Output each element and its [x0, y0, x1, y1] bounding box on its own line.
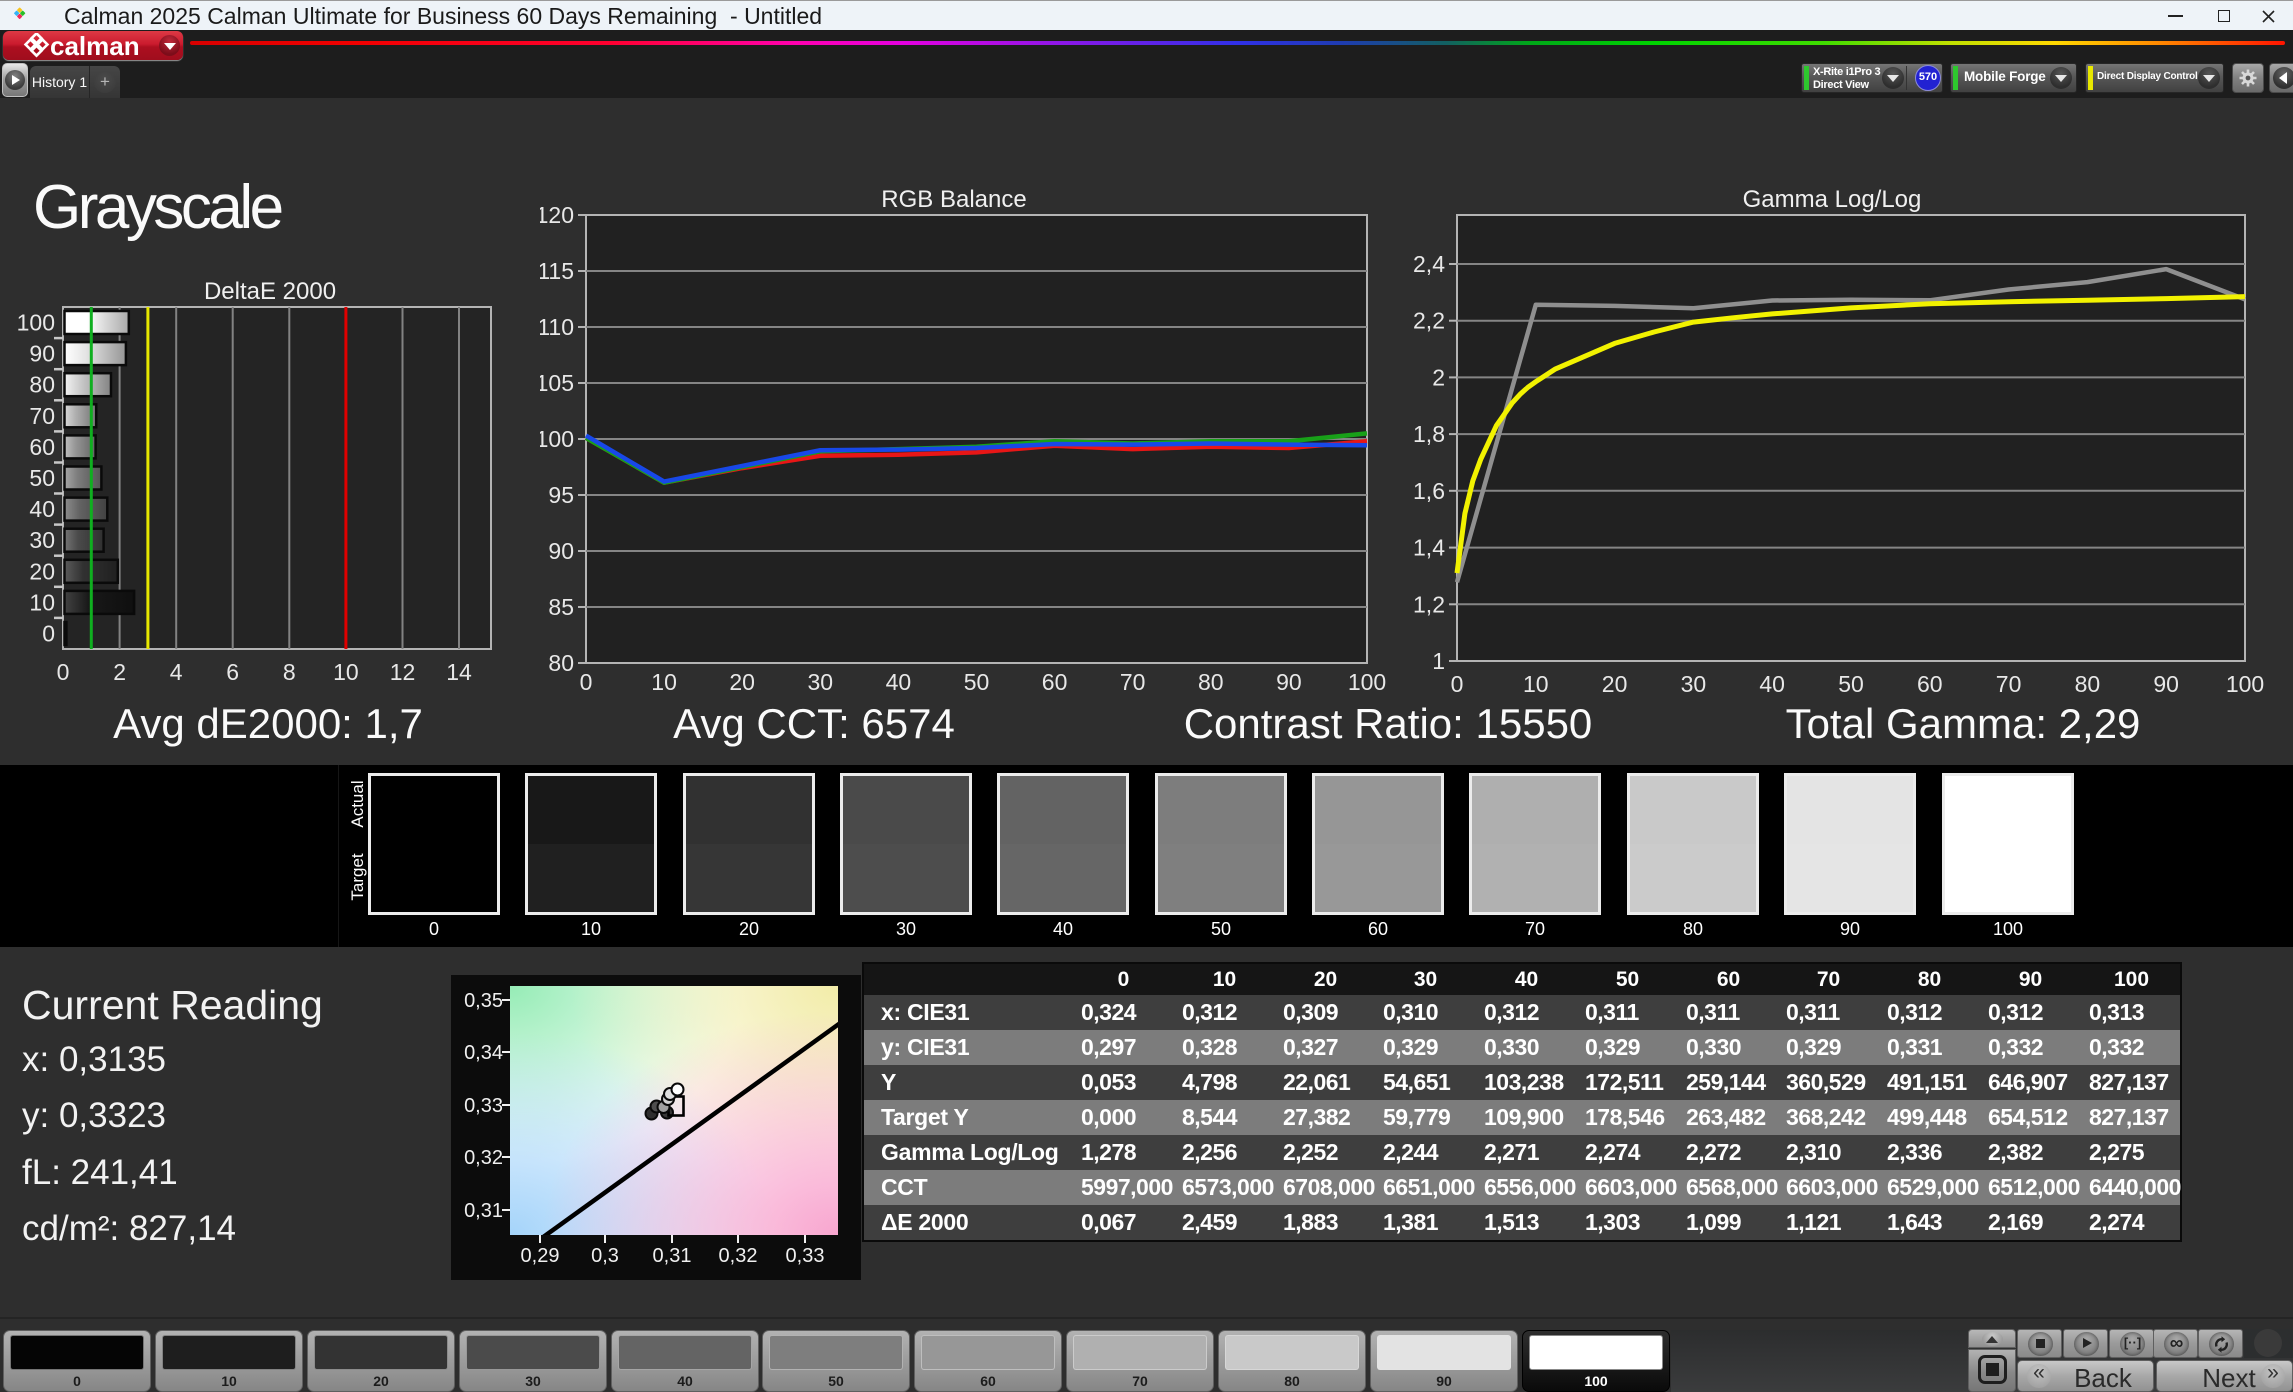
svg-text:50: 50 — [29, 465, 55, 491]
svg-text:0: 0 — [580, 669, 593, 695]
svg-text:2: 2 — [113, 659, 126, 685]
svg-text:70: 70 — [1120, 669, 1146, 695]
svg-text:0,31: 0,31 — [464, 1200, 503, 1222]
svg-text:60: 60 — [1042, 669, 1068, 695]
svg-text:2,2: 2,2 — [1413, 308, 1445, 334]
svg-text:12: 12 — [390, 659, 416, 685]
svg-text:10: 10 — [651, 669, 677, 695]
svg-text:0,32: 0,32 — [464, 1147, 503, 1169]
svg-text:90: 90 — [1276, 669, 1302, 695]
svg-text:90: 90 — [2153, 671, 2179, 697]
svg-text:40: 40 — [1759, 671, 1785, 697]
svg-text:Gamma Log/Log: Gamma Log/Log — [1743, 186, 1922, 213]
svg-text:6: 6 — [226, 659, 239, 685]
svg-text:0,32: 0,32 — [719, 1245, 758, 1267]
svg-text:50: 50 — [1838, 671, 1864, 697]
svg-text:100: 100 — [540, 426, 574, 452]
svg-text:0: 0 — [42, 621, 55, 647]
svg-text:100: 100 — [2226, 671, 2264, 697]
svg-text:8: 8 — [283, 659, 296, 685]
svg-text:1,8: 1,8 — [1413, 421, 1445, 447]
svg-text:30: 30 — [1681, 671, 1707, 697]
svg-text:100: 100 — [1348, 669, 1386, 695]
svg-text:10: 10 — [1523, 671, 1549, 697]
svg-text:2,4: 2,4 — [1413, 251, 1445, 277]
svg-text:115: 115 — [540, 258, 574, 284]
svg-text:0,29: 0,29 — [521, 1245, 560, 1267]
svg-text:85: 85 — [548, 594, 574, 620]
svg-text:90: 90 — [29, 341, 55, 367]
svg-text:4: 4 — [170, 659, 183, 685]
svg-text:10: 10 — [333, 659, 359, 685]
svg-text:0,34: 0,34 — [464, 1042, 503, 1064]
svg-text:0,33: 0,33 — [786, 1245, 825, 1267]
svg-text:14: 14 — [446, 659, 472, 685]
svg-text:1,2: 1,2 — [1413, 591, 1445, 617]
svg-text:80: 80 — [1198, 669, 1224, 695]
svg-text:1,6: 1,6 — [1413, 478, 1445, 504]
svg-text:2: 2 — [1432, 364, 1445, 390]
svg-text:1: 1 — [1432, 648, 1445, 674]
svg-text:0: 0 — [1451, 671, 1464, 697]
svg-text:80: 80 — [548, 650, 574, 676]
svg-text:70: 70 — [1996, 671, 2022, 697]
svg-text:100: 100 — [17, 310, 55, 336]
svg-text:70: 70 — [29, 403, 55, 429]
svg-text:30: 30 — [29, 527, 55, 553]
svg-text:1,4: 1,4 — [1413, 535, 1445, 561]
svg-text:20: 20 — [29, 558, 55, 584]
svg-text:10: 10 — [29, 589, 55, 615]
svg-text:30: 30 — [808, 669, 834, 695]
svg-text:0,3: 0,3 — [591, 1245, 619, 1267]
svg-text:60: 60 — [1917, 671, 1943, 697]
svg-text:40: 40 — [886, 669, 912, 695]
svg-text:RGB Balance: RGB Balance — [881, 186, 1026, 213]
svg-text:110: 110 — [540, 314, 574, 340]
svg-text:DeltaE 2000: DeltaE 2000 — [204, 280, 336, 305]
svg-text:90: 90 — [548, 538, 574, 564]
svg-text:80: 80 — [29, 372, 55, 398]
svg-text:20: 20 — [1602, 671, 1628, 697]
svg-text:95: 95 — [548, 482, 574, 508]
svg-text:80: 80 — [2075, 671, 2101, 697]
svg-text:0,33: 0,33 — [464, 1095, 503, 1117]
svg-text:0: 0 — [57, 659, 70, 685]
svg-text:50: 50 — [964, 669, 990, 695]
svg-text:105: 105 — [540, 370, 574, 396]
svg-text:120: 120 — [540, 202, 574, 228]
svg-text:0,31: 0,31 — [653, 1245, 692, 1267]
svg-text:0,35: 0,35 — [464, 990, 503, 1012]
svg-text:20: 20 — [729, 669, 755, 695]
svg-text:60: 60 — [29, 434, 55, 460]
svg-text:40: 40 — [29, 496, 55, 522]
